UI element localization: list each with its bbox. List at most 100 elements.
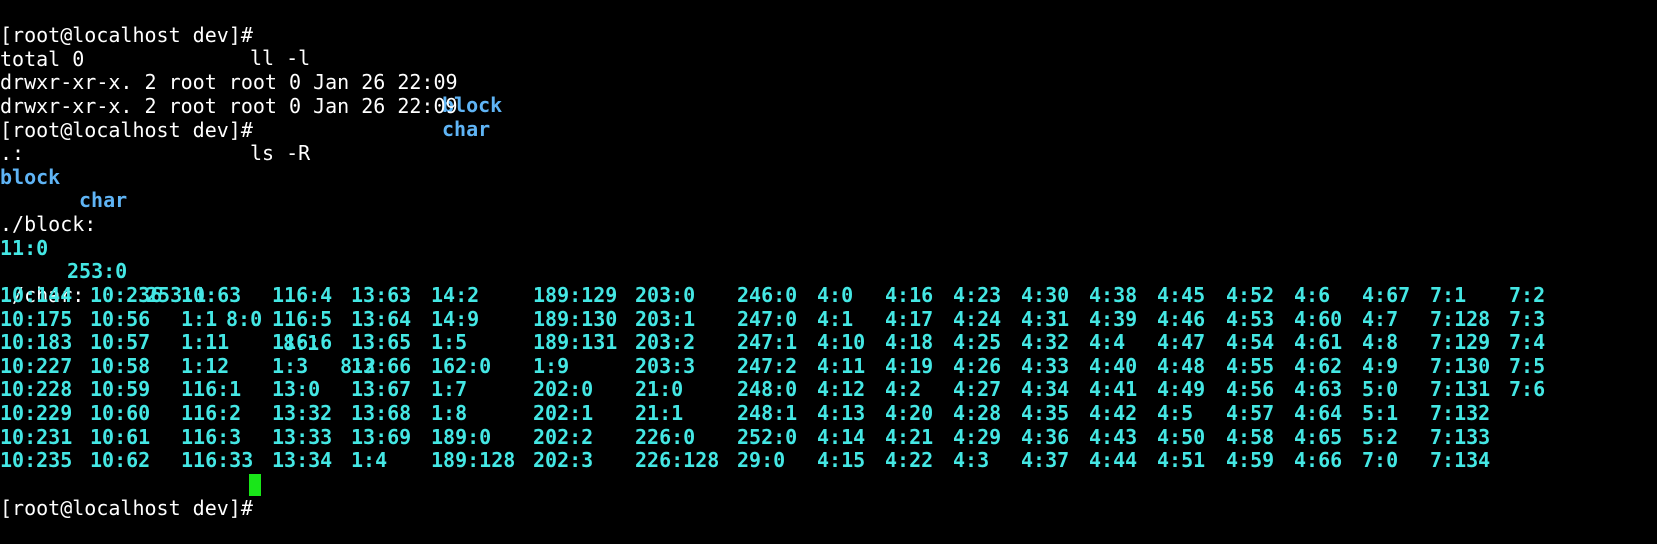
command-line-ll: [root@localhost dev]# ll -l xyxy=(0,0,310,70)
device-file: 202:2 xyxy=(533,424,594,449)
device-file: 13:63 xyxy=(351,283,412,307)
device-file: 1:1 xyxy=(181,306,218,331)
device-file: 7:2 xyxy=(1509,283,1546,307)
device-file: 4:34 xyxy=(1021,377,1070,402)
device-file: 4:37 xyxy=(1021,448,1070,473)
device-file: 7:131 xyxy=(1430,377,1491,402)
ls-char-header-line: ./char: xyxy=(0,260,84,306)
device-file: 189:131 xyxy=(533,330,618,355)
device-file: 4:56 xyxy=(1226,377,1275,402)
device-file: 10:235 xyxy=(0,448,73,473)
device-file: 4:42 xyxy=(1089,401,1138,425)
device-file: 4:63 xyxy=(1294,377,1343,402)
ls-root-items: block char xyxy=(0,142,127,212)
ls-root-header-line: .: xyxy=(0,118,48,164)
device-file: 4:66 xyxy=(1294,448,1343,473)
device-file: 116:4 xyxy=(272,283,333,307)
device-file: 13:67 xyxy=(351,377,412,402)
device-file: 29:0 xyxy=(737,448,786,473)
device-file: 226:0 xyxy=(635,424,696,449)
device-file: 1:4 xyxy=(351,448,388,473)
device-file: 1:8 xyxy=(431,401,468,425)
device-file: 13:64 xyxy=(351,306,412,331)
device-file: 7:132 xyxy=(1430,401,1491,425)
device-file: 4:39 xyxy=(1089,306,1138,331)
ls-char-grid: 10:144 10:175 10:183 10:227 10:228 10:229 10:2… xyxy=(0,283,1657,474)
device-file: 4:54 xyxy=(1226,330,1275,355)
text-cursor[interactable] xyxy=(249,474,261,496)
device-file: 10:61 xyxy=(90,424,151,449)
device-file: 10:231 xyxy=(0,424,73,449)
ll-entry-meta: drwxr-xr-x. 2 root root 0 Jan 26 22:09 xyxy=(0,69,458,94)
device-file: 4:51 xyxy=(1157,448,1206,473)
device-file: 13:34 xyxy=(272,448,333,473)
device-file: 10:60 xyxy=(90,401,151,425)
terminal-window[interactable]: [root@localhost dev]# ll -l total 0 drwx… xyxy=(0,0,1657,535)
device-file: 7:129 xyxy=(1430,330,1491,355)
device-file: 7:6 xyxy=(1509,377,1546,402)
device-file: 4:31 xyxy=(1021,306,1070,331)
device-file: 7:4 xyxy=(1509,330,1546,355)
device-file: 202:3 xyxy=(533,448,594,473)
device-file: 4:16 xyxy=(885,283,934,307)
device-file: 4:3 xyxy=(953,448,990,473)
device-file: 4:57 xyxy=(1226,401,1275,425)
device-file: 189:129 xyxy=(533,283,618,307)
device-file: 1:12 xyxy=(181,353,230,378)
device-file: 1:7 xyxy=(431,377,468,402)
device-file: 5:1 xyxy=(1362,401,1399,425)
device-file: 10:229 xyxy=(0,401,73,425)
device-file: 116:5 xyxy=(272,306,333,331)
device-file: 10:175 xyxy=(0,306,73,331)
ls-block-header-line: ./block: xyxy=(0,189,96,235)
device-file: 4:48 xyxy=(1157,353,1206,378)
device-file: 4:23 xyxy=(953,283,1002,307)
device-file: 4:41 xyxy=(1089,377,1138,402)
device-file: 4:67 xyxy=(1362,283,1411,307)
device-file: 203:3 xyxy=(635,353,696,378)
device-file: 4:27 xyxy=(953,377,1002,402)
device-file: 4:11 xyxy=(817,353,866,378)
device-file: 4:26 xyxy=(953,353,1002,378)
device-file: 13:69 xyxy=(351,424,412,449)
device-file: 4:65 xyxy=(1294,424,1343,449)
device-file: 10:144 xyxy=(0,283,73,307)
command-text: ll -l xyxy=(250,46,311,71)
device-file: 4:5 xyxy=(1157,401,1194,425)
device-file: 21:1 xyxy=(635,401,684,425)
device-file: 253:0 xyxy=(67,259,128,284)
device-file: 4:21 xyxy=(885,424,934,449)
device-file: 14:2 xyxy=(431,283,480,307)
device-file: 248:0 xyxy=(737,377,798,402)
device-file: 14:9 xyxy=(431,306,480,331)
device-file: 10:183 xyxy=(0,330,73,355)
device-file: 4:24 xyxy=(953,306,1002,331)
device-file: 4:25 xyxy=(953,330,1002,355)
device-file: 4:1 xyxy=(817,306,854,331)
device-file: 162:0 xyxy=(431,353,492,378)
device-file: 4:58 xyxy=(1226,424,1275,449)
device-file: 4:17 xyxy=(885,306,934,331)
device-file: 4:7 xyxy=(1362,306,1399,331)
device-file: 252:0 xyxy=(737,424,798,449)
device-file: 189:128 xyxy=(431,448,516,473)
device-file: 13:66 xyxy=(351,353,412,378)
device-file: 10:56 xyxy=(90,306,151,331)
device-file: 4:59 xyxy=(1226,448,1275,473)
device-file: 10:63 xyxy=(181,283,242,307)
device-file: 203:0 xyxy=(635,283,696,307)
active-prompt-line[interactable]: [root@localhost dev]# xyxy=(0,473,253,519)
device-file: 4:55 xyxy=(1226,353,1275,378)
device-file: 203:1 xyxy=(635,306,696,331)
device-file: 4:28 xyxy=(953,401,1002,425)
device-file: 4:22 xyxy=(885,448,934,473)
device-file: 247:2 xyxy=(737,353,798,378)
device-file: 7:128 xyxy=(1430,306,1491,331)
device-file: 4:10 xyxy=(817,330,866,355)
device-file: 13:68 xyxy=(351,401,412,425)
device-file: 247:0 xyxy=(737,306,798,331)
device-file: 4:53 xyxy=(1226,306,1275,331)
device-file: 7:134 xyxy=(1430,448,1491,473)
command-text: ls -R xyxy=(250,141,311,166)
device-file: 10:58 xyxy=(90,353,151,378)
